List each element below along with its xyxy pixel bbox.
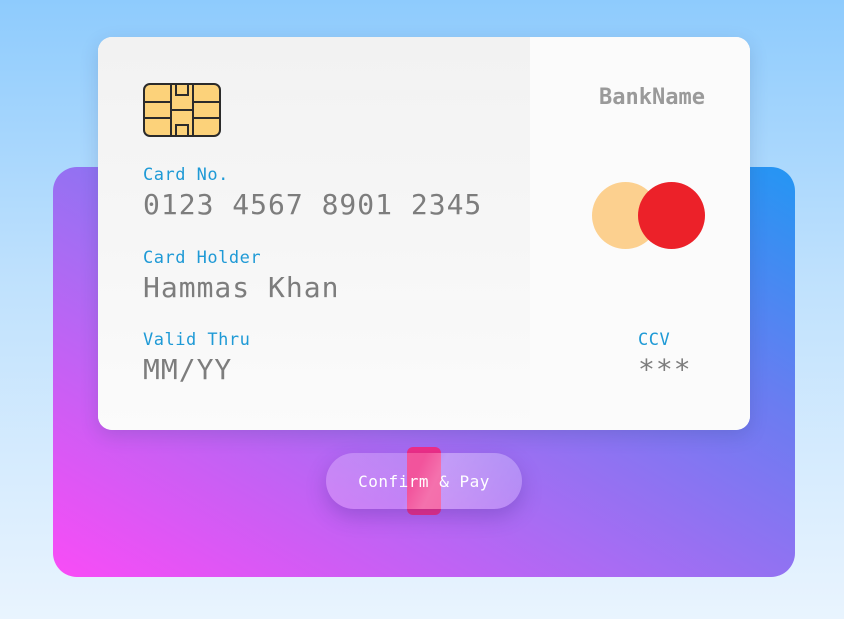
ccv-label: CCV xyxy=(638,330,671,350)
valid-thru-value: MM/YY xyxy=(143,353,233,386)
bank-name: BankName xyxy=(599,85,705,110)
credit-card: Card No. 0123 4567 8901 2345 Card Holder… xyxy=(98,37,750,430)
card-number: 0123 4567 8901 2345 xyxy=(143,188,483,221)
confirm-pay-button[interactable]: Confirm & Pay xyxy=(326,453,522,509)
card-number-label: Card No. xyxy=(143,165,229,185)
card-chip-icon xyxy=(143,83,221,137)
valid-thru-label: Valid Thru xyxy=(143,330,251,350)
logo-circle-right xyxy=(638,182,705,249)
card-holder-label: Card Holder xyxy=(143,248,262,268)
mastercard-logo-icon xyxy=(592,182,706,250)
ccv-value: *** xyxy=(638,353,692,386)
card-holder-name: Hammas Khan xyxy=(143,271,340,304)
